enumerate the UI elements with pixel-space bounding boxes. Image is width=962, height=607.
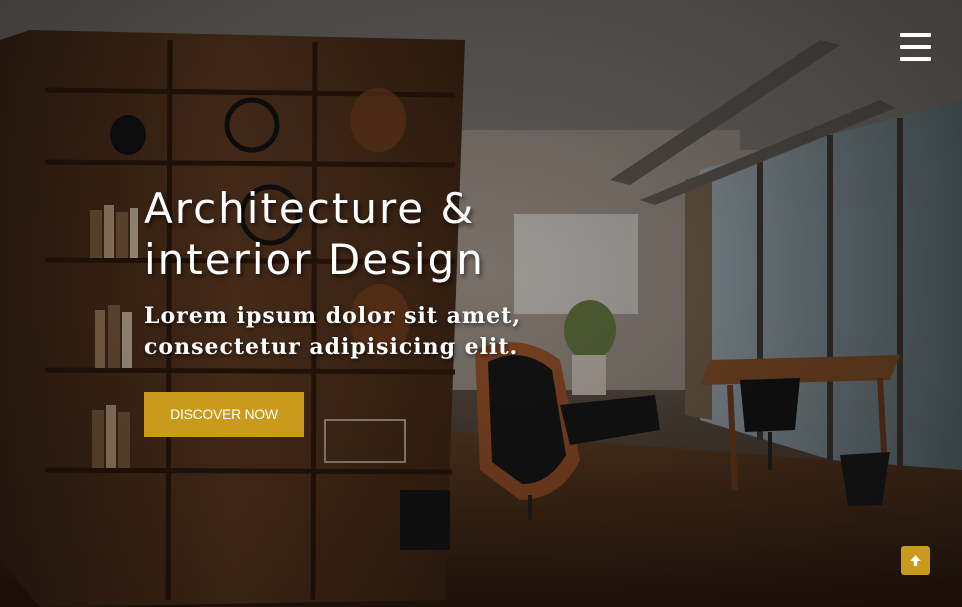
hero-title: Architecture & interior Design <box>144 183 664 285</box>
hero-title-line-1: Architecture & <box>144 184 476 233</box>
arrow-up-icon <box>910 555 921 566</box>
hero-content: Architecture & interior Design Lorem ips… <box>144 183 664 437</box>
hero-title-line-2: interior Design <box>144 235 485 284</box>
hamburger-menu-icon[interactable] <box>900 33 931 61</box>
scroll-to-top-button[interactable] <box>901 546 930 575</box>
discover-now-button[interactable]: DISCOVER NOW <box>144 392 304 437</box>
hero-subtitle: Lorem ipsum dolor sit amet, consectetur … <box>144 303 521 360</box>
hero-section: Architecture & interior Design Lorem ips… <box>0 0 962 607</box>
